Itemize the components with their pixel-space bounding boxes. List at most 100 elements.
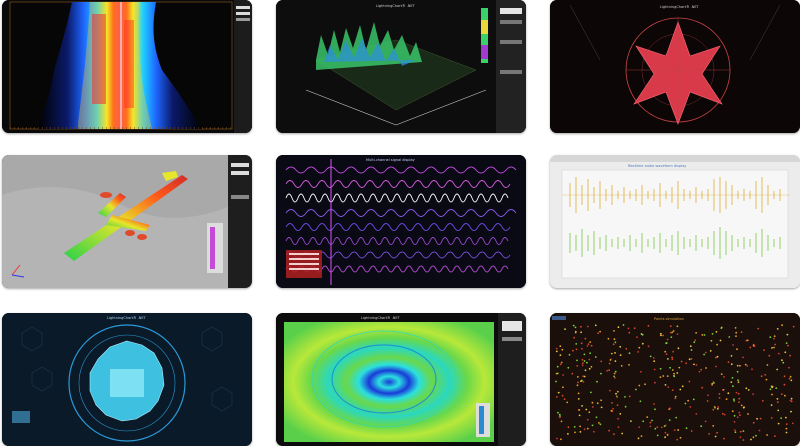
scatter-point xyxy=(640,435,643,437)
scatter-point xyxy=(784,394,786,397)
scatter-point xyxy=(617,426,620,428)
scatter-point xyxy=(647,345,650,348)
scatter-point xyxy=(678,366,681,369)
scatter-point xyxy=(673,429,676,431)
scatter-point xyxy=(735,391,738,394)
chart-tile-3d-surface[interactable]: LightningChart® .NET xyxy=(276,0,526,133)
scatter-point xyxy=(739,430,742,433)
scatter-point xyxy=(580,325,582,328)
scatter-point xyxy=(774,343,776,346)
scatter-point xyxy=(660,426,663,429)
chart-tile-intensity-rings[interactable]: LightningChart® .NET xyxy=(276,313,526,446)
scatter-point xyxy=(610,409,613,412)
scatter-point xyxy=(628,395,631,398)
scatter-point xyxy=(613,330,615,332)
scatter-point xyxy=(671,369,674,371)
scatter-point xyxy=(575,348,578,351)
scatter-point xyxy=(588,411,591,414)
scatter-point xyxy=(752,436,755,439)
scatter-point xyxy=(578,409,581,411)
scatter-point xyxy=(723,376,725,378)
scatter-point xyxy=(578,414,581,417)
scatter-point xyxy=(690,358,693,360)
chart-tile-scatter[interactable]: Points simulation xyxy=(550,313,800,446)
scatter-point xyxy=(734,429,736,431)
scatter-point xyxy=(599,423,602,426)
scatter-point xyxy=(555,380,557,383)
scatter-point xyxy=(572,349,574,352)
scatter-point xyxy=(766,434,768,436)
scatter-point xyxy=(785,342,788,344)
scatter-point xyxy=(785,431,788,434)
scatter-point xyxy=(790,410,792,413)
scatter-point xyxy=(735,331,738,334)
scatter-point xyxy=(586,325,589,328)
scatter-point xyxy=(589,341,592,343)
scatter-point xyxy=(587,343,590,345)
scatter-point xyxy=(662,334,665,337)
scatter-point xyxy=(591,424,594,427)
chart-tile-airplane[interactable] xyxy=(2,155,252,288)
scatter-point xyxy=(608,369,610,372)
scatter-point xyxy=(582,375,585,378)
scatter-point xyxy=(638,384,641,387)
scatter-point xyxy=(689,406,692,408)
scatter-point xyxy=(713,382,715,384)
scatter-point xyxy=(614,360,617,362)
scatter-point xyxy=(746,339,749,342)
scatter-point xyxy=(576,376,579,378)
scatter-point xyxy=(649,355,652,358)
chart-tile-audio[interactable]: Realtime audio waveform display xyxy=(550,155,800,288)
scatter-point xyxy=(577,398,580,400)
scatter-point xyxy=(790,397,793,400)
chart-tile-polar-star[interactable]: LightningChart® .NET xyxy=(550,0,800,133)
scatter-point xyxy=(586,427,589,430)
scatter-point xyxy=(736,370,739,373)
scatter-point xyxy=(583,353,586,356)
scatter-point xyxy=(755,434,757,437)
scatter-point xyxy=(637,351,639,353)
scatter-point xyxy=(593,430,595,433)
scatter-point xyxy=(730,363,733,366)
chart-tile-polar-radar[interactable]: LightningChart® .NET xyxy=(2,313,252,446)
chart-tile-multichannel[interactable]: Multi-channel signal display xyxy=(276,155,526,288)
scatter-point xyxy=(559,354,562,356)
scatter-point xyxy=(567,366,570,369)
scatter-point xyxy=(740,404,743,407)
scatter-point xyxy=(740,331,743,333)
scatter-point xyxy=(739,414,741,417)
scatter-point xyxy=(745,387,748,390)
scatter-point xyxy=(575,343,578,345)
surface-canvas: LightningChart® .NET xyxy=(276,0,526,133)
chart-title: Points simulation xyxy=(654,317,684,321)
scatter-point xyxy=(781,359,783,362)
scatter-point xyxy=(660,334,662,337)
scatter-point xyxy=(674,395,677,398)
scatter-point xyxy=(785,423,788,425)
chart-tile-heatmap[interactable] xyxy=(2,0,252,133)
scatter-point xyxy=(672,350,674,353)
scatter-point xyxy=(783,383,786,386)
scatter-point xyxy=(685,362,688,365)
scatter-point xyxy=(596,380,598,383)
scatter-point xyxy=(588,358,591,361)
scatter-point xyxy=(739,364,741,367)
scatter-point xyxy=(765,378,768,381)
scatter-point xyxy=(773,346,775,349)
scatter-point xyxy=(718,397,721,399)
scatter-point xyxy=(619,345,622,348)
scatter-point xyxy=(579,431,582,433)
scatter-point xyxy=(753,345,756,347)
scatter-point xyxy=(680,360,683,363)
scatter-point xyxy=(708,433,710,435)
scatter-point xyxy=(742,406,745,409)
scatter-point xyxy=(659,332,662,335)
scatter-point xyxy=(733,421,736,423)
scatter-point xyxy=(705,367,707,369)
scatter-point xyxy=(636,336,638,339)
scatter-point xyxy=(714,406,716,409)
scatter-point xyxy=(679,436,682,439)
scatter-point xyxy=(752,393,754,395)
scatter-point xyxy=(594,356,597,358)
scatter-point xyxy=(775,387,778,389)
